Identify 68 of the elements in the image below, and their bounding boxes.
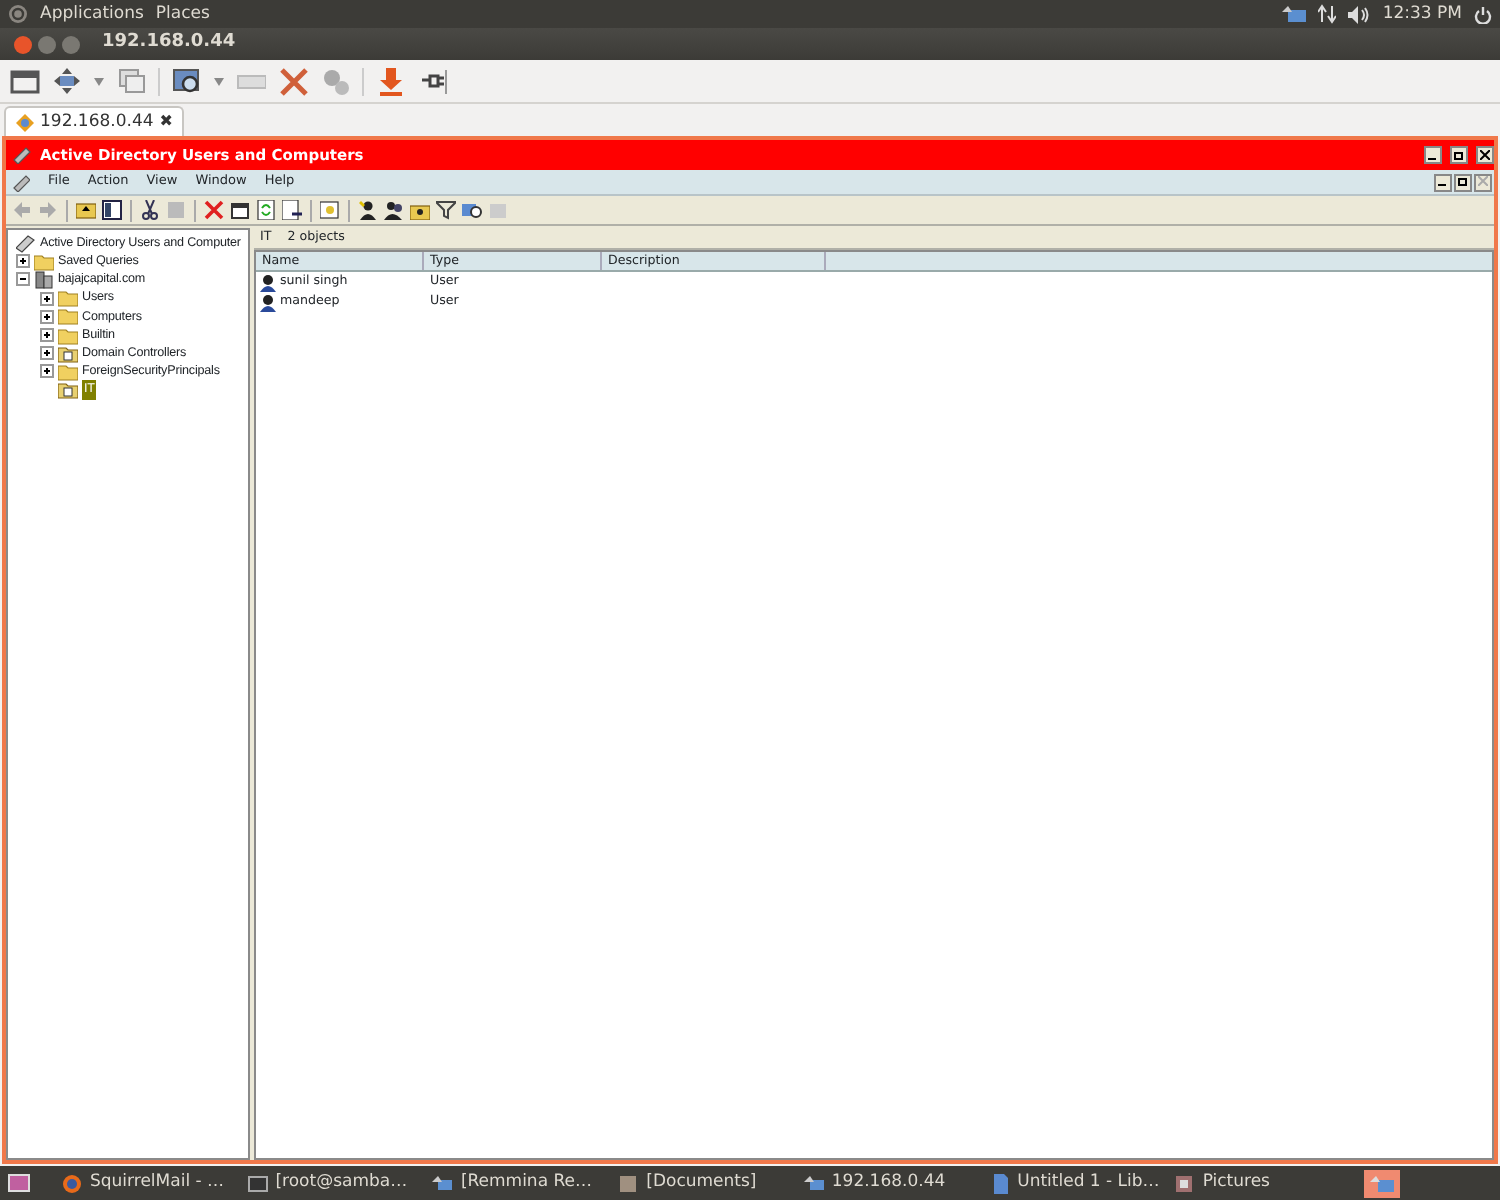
restore-icon <box>1458 176 1468 187</box>
new-user-icon[interactable] <box>358 200 378 220</box>
expand-icon[interactable] <box>16 254 30 269</box>
panel-menu[interactable]: Places <box>155 1 210 27</box>
remote-desktop-icon <box>432 1173 453 1193</box>
document-icon <box>989 1173 1010 1193</box>
minimize-button[interactable] <box>1424 146 1442 164</box>
clock[interactable]: 12:33 PM <box>1382 1 1462 27</box>
taskbar-button[interactable]: Untitled 1 - Lib… <box>985 1170 1163 1196</box>
help-icon[interactable] <box>320 200 340 220</box>
tools-icon[interactable] <box>278 66 308 96</box>
remote-desktop-icon <box>803 1173 824 1193</box>
taskbar-button[interactable]: [Documents] <box>614 1170 792 1196</box>
cut-icon[interactable] <box>140 200 160 220</box>
expand-icon[interactable] <box>40 309 54 324</box>
volume-icon[interactable] <box>1348 5 1371 23</box>
terminal-icon <box>247 1173 268 1193</box>
domain-icon <box>34 269 54 290</box>
window-title: 192.168.0.44 <box>102 30 236 57</box>
taskbar-button[interactable]: Pictures <box>1170 1170 1349 1196</box>
network-icon[interactable] <box>1280 4 1307 24</box>
taskbar-button[interactable]: [root@samba… <box>243 1170 421 1196</box>
collapse-icon[interactable] <box>16 272 30 287</box>
new-ou-icon[interactable] <box>410 200 430 220</box>
new-group-icon[interactable] <box>384 200 404 220</box>
remote-tab[interactable]: 192.168.0.44 ✖ <box>4 106 185 136</box>
restore-button[interactable] <box>1454 173 1472 191</box>
close-icon <box>1480 149 1490 160</box>
close-button[interactable] <box>1476 146 1494 164</box>
move-arrows-icon[interactable] <box>52 66 82 96</box>
filter-icon[interactable] <box>436 200 456 220</box>
ubuntu-logo-icon[interactable] <box>8 4 28 24</box>
taskbar-button[interactable]: 192.168.0.44 <box>799 1170 978 1196</box>
browser-icon <box>62 1173 82 1193</box>
caret-icon[interactable] <box>214 77 224 85</box>
restore-icon <box>1454 149 1464 160</box>
console-tree-icon[interactable] <box>102 200 122 220</box>
pictures-icon <box>1174 1173 1195 1193</box>
expand-icon[interactable] <box>40 291 54 306</box>
find-icon[interactable] <box>462 200 482 220</box>
remote-desktop-icon <box>16 113 34 131</box>
maximize-button[interactable] <box>62 35 80 53</box>
download-icon[interactable] <box>376 66 406 96</box>
taskbar-button[interactable]: SquirrelMail - … <box>58 1170 236 1196</box>
minimize-button[interactable] <box>1434 173 1452 191</box>
fullscreen-icon[interactable] <box>10 66 40 96</box>
tab-close-button[interactable]: ✖ <box>159 110 173 134</box>
up-folder-icon[interactable] <box>76 200 96 220</box>
expand-icon[interactable] <box>40 364 54 379</box>
console-icon <box>16 233 36 254</box>
ou-folder-icon <box>58 380 78 401</box>
tab-label[interactable]: 192.168.0.44 <box>40 109 154 135</box>
zoom-screen-icon[interactable] <box>172 66 202 96</box>
caret-icon[interactable] <box>94 77 104 85</box>
panel-menu[interactable]: Applications <box>40 1 144 27</box>
refresh-icon[interactable] <box>256 200 276 220</box>
taskbar-button[interactable]: [Remmina Re… <box>428 1170 607 1196</box>
delete-icon[interactable] <box>204 200 224 220</box>
ou-folder-icon <box>58 343 78 364</box>
expand-icon[interactable] <box>40 346 54 361</box>
expand-icon[interactable] <box>40 328 54 343</box>
show-desktop-icon[interactable] <box>8 1174 30 1192</box>
transfer-arrows-icon[interactable] <box>1318 4 1337 24</box>
remote-desktop-icon[interactable] <box>1364 1169 1401 1197</box>
restore-button[interactable] <box>1450 146 1468 164</box>
properties-icon[interactable] <box>230 200 250 220</box>
close-icon <box>1478 176 1488 187</box>
power-icon[interactable] <box>1474 5 1492 23</box>
